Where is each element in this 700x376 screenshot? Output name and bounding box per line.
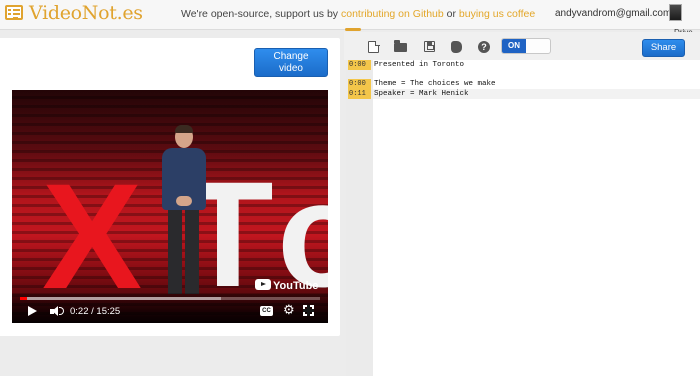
tagline-prefix: We're open-source, support us by xyxy=(181,8,339,20)
youtube-play-icon xyxy=(255,279,271,290)
editor-toolbar: ? ON Share xyxy=(344,32,700,60)
note-line[interactable]: Presented in Toronto xyxy=(373,60,700,70)
progress-loaded xyxy=(20,297,221,300)
change-video-label-line1: Change xyxy=(273,51,309,62)
player-controls: 0:22 / 15:25 CC ⚙ xyxy=(12,293,328,323)
user-avatar[interactable] xyxy=(669,4,682,21)
support-tagline: We're open-source, support us by contrib… xyxy=(181,8,535,20)
top-bar: VideoNot.es We're open-source, support u… xyxy=(0,0,700,30)
fullscreen-icon[interactable] xyxy=(303,305,314,316)
time-display: 0:22 / 15:25 xyxy=(70,306,121,317)
change-video-label-line2: video xyxy=(279,63,303,74)
coffee-link[interactable]: buying us coffee xyxy=(459,8,535,20)
timestamp-badge[interactable]: 0:11 xyxy=(348,89,371,99)
tagline-or: or xyxy=(446,8,456,20)
evernote-icon[interactable] xyxy=(451,41,462,53)
app-logo-text[interactable]: VideoNot.es xyxy=(29,2,143,24)
change-video-button[interactable]: Change video xyxy=(254,48,328,77)
play-icon[interactable] xyxy=(28,306,37,316)
open-folder-icon[interactable] xyxy=(394,40,407,52)
video-player[interactable]: X T o YouTube 0:22 / 15:25 CC ⚙ xyxy=(12,90,328,323)
toggle-on-label: ON xyxy=(502,39,526,53)
youtube-wordmark: YouTube xyxy=(273,280,319,292)
notes-editor[interactable]: Presented in Toronto Theme = The choices… xyxy=(373,60,700,376)
progress-bar[interactable] xyxy=(20,297,320,300)
progress-played xyxy=(20,297,28,300)
settings-gear-icon[interactable]: ⚙ xyxy=(283,303,295,316)
timestamp-badge[interactable]: 0:00 xyxy=(348,60,371,70)
new-document-icon[interactable] xyxy=(368,40,380,53)
timestamp-gutter xyxy=(346,60,373,376)
speaker-figure xyxy=(152,125,216,298)
timestamp-badge[interactable]: 0:00 xyxy=(348,79,371,89)
sync-toggle[interactable]: ON xyxy=(501,38,551,54)
panel-resize-handle[interactable] xyxy=(345,28,361,31)
note-line[interactable]: Theme = The choices we make xyxy=(373,79,700,89)
youtube-logo[interactable]: YouTube xyxy=(255,279,318,292)
captions-icon[interactable]: CC xyxy=(260,306,273,316)
note-line[interactable]: Speaker = Mark Henick xyxy=(373,89,700,99)
notes-logo-icon xyxy=(5,5,23,20)
user-email[interactable]: andyvandrom@gmail.com xyxy=(555,8,671,19)
share-button[interactable]: Share xyxy=(642,39,685,57)
save-icon[interactable] xyxy=(424,41,435,52)
help-icon[interactable]: ? xyxy=(478,41,490,53)
github-link[interactable]: contributing on Github xyxy=(341,8,444,20)
